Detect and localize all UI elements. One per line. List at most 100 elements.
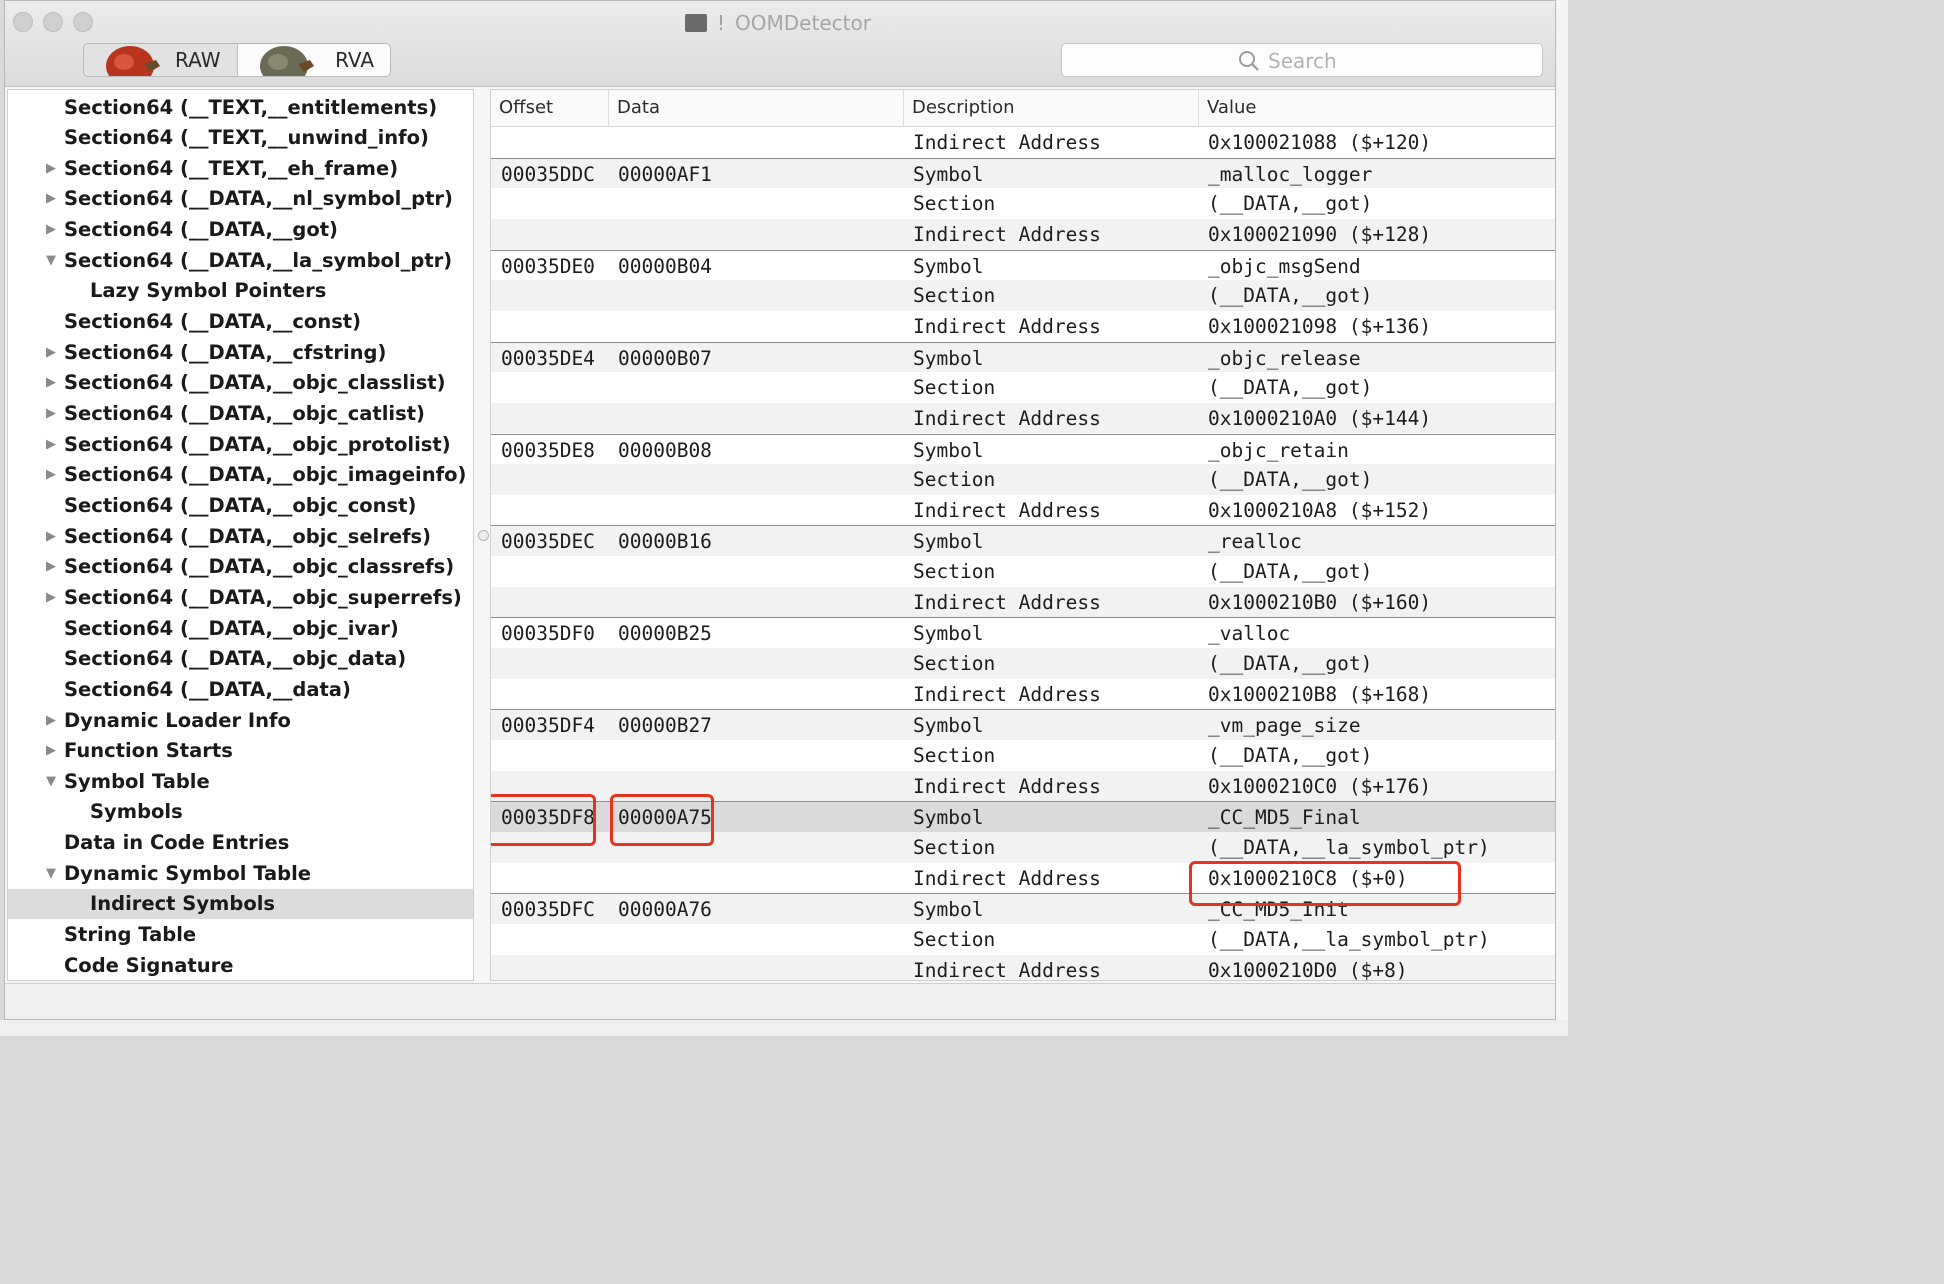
table-row[interactable]: Indirect Address 0x100021088 ($+120) xyxy=(491,127,1555,158)
cell-description: Indirect Address xyxy=(913,131,1101,154)
main-window: ! OOMDetector RAW RVA Search Section64 (… xyxy=(4,0,1556,1020)
table-row[interactable]: 00035DE4 00000B07 Symbol _objc_release xyxy=(491,341,1555,373)
cell-value: 0x1000210B0 ($+160) xyxy=(1208,590,1432,614)
cell-description: Section xyxy=(913,468,996,492)
column-header-description[interactable]: Description xyxy=(904,90,1199,126)
disclosure-collapsed-icon[interactable]: ▶ xyxy=(46,375,60,390)
close-window-button[interactable] xyxy=(13,12,33,32)
raw-mode-button[interactable]: RAW xyxy=(84,44,238,76)
table-row[interactable]: Section (__DATA,__got) xyxy=(491,372,1555,403)
outline-item[interactable]: Code Signature xyxy=(8,950,473,980)
column-header-offset[interactable]: Offset xyxy=(491,90,609,126)
outline-item[interactable]: Indirect Symbols xyxy=(8,888,473,919)
status-bar xyxy=(5,983,1555,1019)
table-row[interactable]: Indirect Address 0x100021098 ($+136) xyxy=(491,311,1555,342)
table-row[interactable]: 00035DDC 00000AF1 Symbol _malloc_logger xyxy=(491,157,1555,189)
cell-value: _objc_release xyxy=(1208,346,1361,370)
zoom-window-button[interactable] xyxy=(73,12,93,32)
outline-item[interactable]: Data in Code Entries xyxy=(8,828,473,858)
disclosure-collapsed-icon[interactable]: ▶ xyxy=(46,743,60,758)
cell-value: 0x1000210B8 ($+168) xyxy=(1208,682,1432,706)
outline-item[interactable]: ▶ Section64 (__DATA,__objc_imageinfo) xyxy=(8,460,473,490)
rva-apple-icon xyxy=(259,46,314,76)
cell-description: Indirect Address xyxy=(913,682,1101,706)
cell-description: Indirect Address xyxy=(913,866,1101,890)
table-row[interactable]: Indirect Address 0x1000210B8 ($+168) xyxy=(491,679,1555,710)
table-row[interactable]: 00035DE0 00000B04 Symbol _objc_msgSend xyxy=(491,249,1555,281)
outline-item[interactable]: ▶ Section64 (__DATA,__objc_protolist) xyxy=(8,429,473,459)
table-row[interactable]: Section (__DATA,__got) xyxy=(491,740,1555,771)
column-header-data[interactable]: Data xyxy=(609,90,904,126)
search-field[interactable]: Search xyxy=(1061,43,1543,77)
table-row[interactable]: 00035DEC 00000B16 Symbol _realloc xyxy=(491,525,1555,557)
minimize-window-button[interactable] xyxy=(43,12,63,32)
table-row[interactable]: Indirect Address 0x1000210A8 ($+152) xyxy=(491,495,1555,526)
disclosure-collapsed-icon[interactable]: ▶ xyxy=(46,559,60,574)
outline-item[interactable]: ▶ Section64 (__DATA,__objc_classlist) xyxy=(8,368,473,398)
disclosure-expanded-icon[interactable]: ▼ xyxy=(46,866,60,881)
table-row[interactable]: Indirect Address 0x100021090 ($+128) xyxy=(491,218,1555,250)
outline-item[interactable]: ▶ Section64 (__DATA,__objc_selrefs) xyxy=(8,521,473,551)
outline-item[interactable]: Section64 (__DATA,__const) xyxy=(8,307,473,337)
outline-item[interactable]: ▶ Section64 (__DATA,__objc_catlist) xyxy=(8,399,473,429)
disclosure-collapsed-icon[interactable]: ▶ xyxy=(46,590,60,605)
table-row[interactable]: Section (__DATA,__got) xyxy=(491,464,1555,495)
table-row[interactable]: Section (__DATA,__got) xyxy=(491,280,1555,311)
outline-item[interactable]: Section64 (__DATA,__objc_ivar) xyxy=(8,613,473,643)
table-row[interactable]: Indirect Address 0x1000210D0 ($+8) xyxy=(491,954,1555,980)
window-title: OOMDetector xyxy=(735,11,871,35)
outline-item[interactable]: ▶ Function Starts xyxy=(8,736,473,766)
outline-item-label: Dynamic Symbol Table xyxy=(64,861,312,885)
outline-item[interactable]: ▶ Section64 (__DATA,__cfstring) xyxy=(8,337,473,367)
outline-item[interactable]: String Table xyxy=(8,920,473,950)
outline-item[interactable]: ▶ Section64 (__DATA,__objc_classrefs) xyxy=(8,552,473,582)
outline-item[interactable]: ▶ Section64 (__TEXT,__eh_frame) xyxy=(8,153,473,183)
outline-item[interactable]: ▶ Section64 (__DATA,__objc_superrefs) xyxy=(8,582,473,612)
outline-item[interactable]: ▶ Section64 (__DATA,__got) xyxy=(8,215,473,245)
outline-item[interactable]: Lazy Symbol Pointers xyxy=(8,276,473,306)
disclosure-collapsed-icon[interactable]: ▶ xyxy=(46,345,60,360)
cell-value: _vm_page_size xyxy=(1208,714,1361,738)
table-row[interactable]: 00035DF4 00000B27 Symbol _vm_page_size xyxy=(491,709,1555,740)
table-row[interactable]: Section (__DATA,__la_symbol_ptr) xyxy=(491,924,1555,955)
table-row[interactable]: Section (__DATA,__got) xyxy=(491,188,1555,219)
outline-item-label: Section64 (__DATA,__nl_symbol_ptr) xyxy=(64,187,453,211)
cell-description: Symbol xyxy=(913,346,984,370)
outline-item-label: Symbols xyxy=(90,800,183,824)
cell-description: Indirect Address xyxy=(913,222,1101,246)
disclosure-collapsed-icon[interactable]: ▶ xyxy=(46,406,60,421)
title-bar: ! OOMDetector RAW RVA Search xyxy=(5,1,1555,87)
disclosure-collapsed-icon[interactable]: ▶ xyxy=(46,529,60,544)
disclosure-collapsed-icon[interactable]: ▶ xyxy=(46,161,60,176)
table-row[interactable]: 00035DE8 00000B08 Symbol _objc_retain xyxy=(491,433,1555,465)
rva-mode-button[interactable]: RVA xyxy=(238,44,391,76)
disclosure-expanded-icon[interactable]: ▼ xyxy=(46,774,60,789)
outline-item[interactable]: Section64 (__TEXT,__unwind_info) xyxy=(8,123,473,153)
disclosure-collapsed-icon[interactable]: ▶ xyxy=(46,467,60,482)
disclosure-collapsed-icon[interactable]: ▶ xyxy=(46,222,60,237)
outline-item[interactable]: Section64 (__TEXT,__entitlements) xyxy=(8,92,473,122)
table-row[interactable]: Section (__DATA,__got) xyxy=(491,648,1555,679)
outline-item[interactable]: Symbols xyxy=(8,797,473,827)
split-view-handle[interactable] xyxy=(478,530,489,541)
table-row[interactable]: Indirect Address 0x1000210B0 ($+160) xyxy=(491,586,1555,618)
outline-item[interactable]: ▶ Dynamic Loader Info xyxy=(8,705,473,735)
cell-offset: 00035DDC xyxy=(501,162,595,186)
cell-value: (__DATA,__got) xyxy=(1208,560,1373,584)
outline-item[interactable]: ▼ Symbol Table xyxy=(8,766,473,796)
table-row[interactable]: 00035DF0 00000B25 Symbol _valloc xyxy=(491,617,1555,648)
outline-item[interactable]: ▶ Section64 (__DATA,__nl_symbol_ptr) xyxy=(8,184,473,214)
outline-item[interactable]: ▼ Section64 (__DATA,__la_symbol_ptr) xyxy=(8,245,473,275)
table-row[interactable]: Section (__DATA,__got) xyxy=(491,556,1555,587)
outline-item[interactable]: Section64 (__DATA,__objc_data) xyxy=(8,644,473,674)
disclosure-expanded-icon[interactable]: ▼ xyxy=(46,253,60,268)
column-header-value[interactable]: Value xyxy=(1199,90,1555,126)
disclosure-collapsed-icon[interactable]: ▶ xyxy=(46,191,60,206)
disclosure-collapsed-icon[interactable]: ▶ xyxy=(46,713,60,728)
cell-data: 00000B04 xyxy=(618,254,712,278)
outline-item[interactable]: Section64 (__DATA,__data) xyxy=(8,674,473,704)
outline-item[interactable]: ▼ Dynamic Symbol Table xyxy=(8,858,473,888)
outline-item[interactable]: Section64 (__DATA,__objc_const) xyxy=(8,490,473,520)
disclosure-collapsed-icon[interactable]: ▶ xyxy=(46,437,60,452)
table-row[interactable]: Indirect Address 0x1000210A0 ($+144) xyxy=(491,402,1555,434)
